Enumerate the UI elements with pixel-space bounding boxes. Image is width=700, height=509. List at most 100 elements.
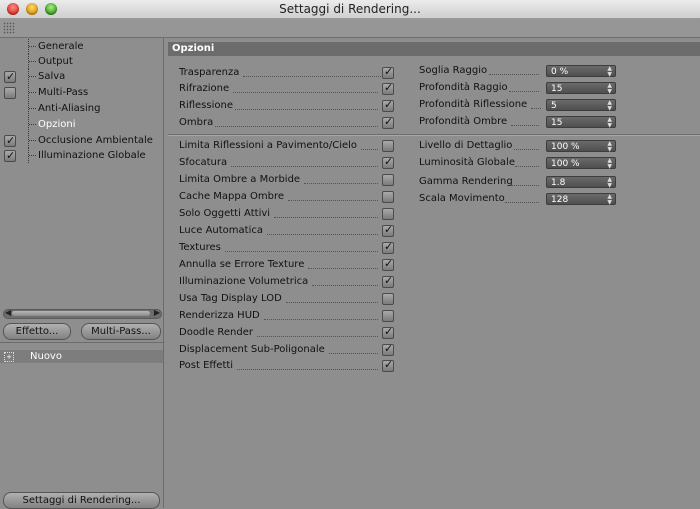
option-label: Textures xyxy=(179,242,221,253)
tree-item-nuovo[interactable]: + Nuovo xyxy=(0,350,163,363)
effetto-button[interactable]: Effetto... xyxy=(3,323,71,340)
option-row-limita-riflessioni-a-pavimento-cielo: Limita Riflessioni a Pavimento/Cielo xyxy=(179,139,395,153)
trasparenza-checkbox[interactable] xyxy=(382,65,394,79)
tree-line xyxy=(28,148,37,163)
scroll-right-icon[interactable]: ▶ xyxy=(154,308,160,317)
option-label: Profondità Raggio xyxy=(419,82,508,93)
sidebar-item-label: Generale xyxy=(38,41,84,52)
tree-line xyxy=(28,69,37,84)
stepper-arrows-icon[interactable]: ▲ ▼ xyxy=(607,117,612,129)
displacement-sub-poligonale-checkbox[interactable] xyxy=(382,342,394,356)
option-row-limita-ombre-a-morbide: Limita Ombre a Morbide xyxy=(179,173,395,187)
field-value: 15 xyxy=(551,84,563,94)
riflessione-checkbox[interactable] xyxy=(382,98,394,112)
field-value: 100 % xyxy=(551,159,580,169)
option-row-luminosita-globale: Luminosità Globale 100 % ▲ ▼ xyxy=(419,156,619,170)
scrollbar-thumb[interactable] xyxy=(12,311,150,316)
option-label: Scala Movimento xyxy=(419,193,505,204)
option-label: Post Effetti xyxy=(179,360,234,371)
option-row-scala-movimento: Scala Movimento 128 ▲ ▼ xyxy=(419,192,619,206)
livello-di-dettaglio-field[interactable]: 100 % ▲ ▼ xyxy=(546,140,616,153)
option-row-profondita-raggio: Profondità Raggio 15 ▲ ▼ xyxy=(419,81,619,95)
sidebar-item-label: Opzioni xyxy=(38,119,76,130)
sidebar-item-label: Salva xyxy=(38,71,66,82)
gamma-rendering-field[interactable]: 1.8 ▲ ▼ xyxy=(546,176,616,189)
field-value: 128 xyxy=(551,195,569,205)
profondita-ombre-field[interactable]: 15 ▲ ▼ xyxy=(546,116,616,129)
grip-icon[interactable] xyxy=(3,22,15,34)
options-panel: Opzioni Trasparenza Rifrazione Riflessio… xyxy=(164,38,700,508)
sidebar-item-anti-aliasing[interactable]: Anti-Aliasing xyxy=(0,101,163,116)
option-label: Luminosità Globale xyxy=(419,157,515,168)
option-row-rifrazione: Rifrazione xyxy=(179,81,395,96)
salva-checkbox[interactable] xyxy=(4,69,16,84)
option-row-annulla-se-errore-texture: Annulla se Errore Texture xyxy=(179,257,395,272)
option-row-renderizza-hud: Renderizza HUD xyxy=(179,309,395,323)
sfocatura-checkbox[interactable] xyxy=(382,155,394,169)
profondita-raggio-field[interactable]: 15 ▲ ▼ xyxy=(546,82,616,95)
sidebar: Generale Output Salva Multi-Pass Anti-Al… xyxy=(0,38,164,509)
option-row-textures: Textures xyxy=(179,240,395,255)
luce-automatica-checkbox[interactable] xyxy=(382,223,394,237)
solo-oggetti-attivi-checkbox[interactable] xyxy=(382,208,394,220)
sidebar-item-occlusione-ambientale[interactable]: Occlusione Ambientale xyxy=(0,133,163,148)
option-label: Limita Ombre a Morbide xyxy=(179,174,301,185)
textures-checkbox[interactable] xyxy=(382,240,394,254)
option-row-sfocatura: Sfocatura xyxy=(179,155,395,170)
limita-riflessioni-a-pavimento-cielo-checkbox[interactable] xyxy=(382,140,394,152)
occlusione-ambientale-checkbox[interactable] xyxy=(4,133,16,148)
tree-line xyxy=(28,54,37,69)
renderizza-hud-checkbox[interactable] xyxy=(382,310,394,322)
option-row-solo-oggetti-attivi: Solo Oggetti Attivi xyxy=(179,207,395,221)
luminosita-globale-field[interactable]: 100 % ▲ ▼ xyxy=(546,157,616,170)
illuminazione-globale-checkbox[interactable] xyxy=(4,148,16,163)
sidebar-item-label: Multi-Pass xyxy=(38,87,89,98)
section-title: Opzioni xyxy=(168,42,700,56)
sidebar-item-output[interactable]: Output xyxy=(0,54,163,69)
annulla-se-errore-texture-checkbox[interactable] xyxy=(382,257,394,271)
option-label: Illuminazione Volumetrica xyxy=(179,276,309,287)
option-row-gamma-rendering: Gamma Rendering 1.8 ▲ ▼ xyxy=(419,175,619,189)
profondita-riflessione-field[interactable]: 5 ▲ ▼ xyxy=(546,99,616,112)
stepper-arrows-icon[interactable]: ▲ ▼ xyxy=(607,194,612,206)
option-row-luce-automatica: Luce Automatica xyxy=(179,223,395,238)
soglia-raggio-field[interactable]: 0 % ▲ ▼ xyxy=(546,65,616,78)
stepper-arrows-icon[interactable]: ▲ ▼ xyxy=(607,66,612,78)
rifrazione-checkbox[interactable] xyxy=(382,81,394,95)
usa-tag-display-lod-checkbox[interactable] xyxy=(382,293,394,305)
sidebar-horizontal-scrollbar[interactable]: ◀ ▶ xyxy=(3,308,162,319)
multi-pass-checkbox[interactable] xyxy=(4,87,16,99)
stepper-arrows-icon[interactable]: ▲ ▼ xyxy=(607,83,612,95)
post-effetti-checkbox[interactable] xyxy=(382,358,394,372)
stepper-arrows-icon[interactable]: ▲ ▼ xyxy=(607,141,612,153)
illuminazione-volumetrica-checkbox[interactable] xyxy=(382,274,394,288)
option-label: Riflessione xyxy=(179,100,233,111)
ombra-checkbox[interactable] xyxy=(382,115,394,129)
expand-icon[interactable]: + xyxy=(4,352,14,362)
cache-mappa-ombre-checkbox[interactable] xyxy=(382,191,394,203)
scroll-left-icon[interactable]: ◀ xyxy=(5,308,11,317)
sidebar-item-generale[interactable]: Generale xyxy=(0,39,163,54)
option-row-riflessione: Riflessione xyxy=(179,98,395,113)
scala-movimento-field[interactable]: 128 ▲ ▼ xyxy=(546,193,616,206)
tree-line xyxy=(28,39,37,54)
settaggi-di-rendering-button[interactable]: Settaggi di Rendering... xyxy=(3,492,160,509)
tree-line xyxy=(28,133,37,148)
sidebar-item-label: Output xyxy=(38,56,73,67)
limita-ombre-a-morbide-checkbox[interactable] xyxy=(382,174,394,186)
stepper-arrows-icon[interactable]: ▲ ▼ xyxy=(607,100,612,112)
title-bar: Settaggi di Rendering... xyxy=(0,0,700,19)
sidebar-item-salva[interactable]: Salva xyxy=(0,69,163,84)
sidebar-item-multi-pass[interactable]: Multi-Pass xyxy=(0,85,163,100)
multi-pass-button[interactable]: Multi-Pass... xyxy=(81,323,161,340)
stepper-arrows-icon[interactable]: ▲ ▼ xyxy=(607,158,612,170)
option-label: Ombra xyxy=(179,117,214,128)
stepper-arrows-icon[interactable]: ▲ ▼ xyxy=(607,177,612,189)
option-label: Solo Oggetti Attivi xyxy=(179,208,271,219)
doodle-render-checkbox[interactable] xyxy=(382,325,394,339)
sidebar-item-opzioni[interactable]: Opzioni xyxy=(0,117,163,132)
option-row-usa-tag-display-lod: Usa Tag Display LOD xyxy=(179,292,395,306)
option-label: Gamma Rendering xyxy=(419,176,513,187)
tree-line xyxy=(28,117,37,132)
sidebar-item-illuminazione-globale[interactable]: Illuminazione Globale xyxy=(0,148,163,163)
